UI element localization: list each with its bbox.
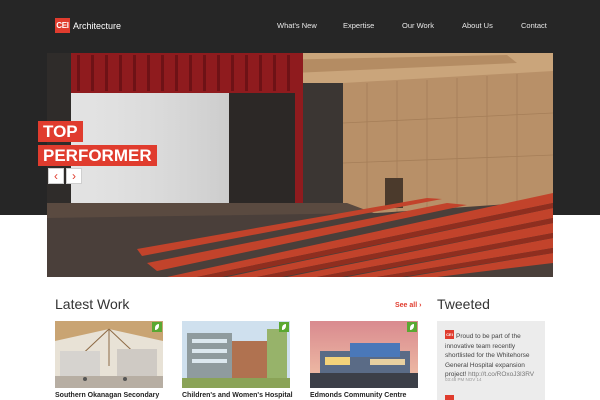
nav-item-our-work[interactable]: Our Work <box>402 21 434 30</box>
site-header: CEI Architecture What's New Expertise Ou… <box>0 0 600 52</box>
tweeted-title: Tweeted <box>437 296 490 312</box>
green-leaf-icon <box>279 322 289 332</box>
nav-item-whats-new[interactable]: What's New <box>277 21 317 30</box>
work-title[interactable]: Southern Okanagan Secondary <box>55 392 163 399</box>
tweet-feed: CEI Proud to be part of the innovative t… <box>437 321 545 400</box>
nav-item-expertise[interactable]: Expertise <box>343 21 374 30</box>
work-card-3[interactable]: Edmonds Community Centre <box>310 321 418 399</box>
next-slide-button[interactable]: › <box>66 168 82 184</box>
latest-work-title: Latest Work <box>55 296 130 312</box>
work-thumbnail[interactable] <box>55 321 163 388</box>
green-leaf-icon <box>152 322 162 332</box>
tweet-timestamp: 03:48 PM NOV 14 <box>445 377 482 382</box>
nav-item-contact[interactable]: Contact <box>521 21 547 30</box>
green-leaf-icon <box>407 322 417 332</box>
work-card-1[interactable]: Southern Okanagan Secondary <box>55 321 163 399</box>
work-title[interactable]: Children's and Women's Hospital <box>182 392 293 399</box>
work-thumbnail[interactable] <box>182 321 290 388</box>
work-thumbnail[interactable] <box>310 321 418 388</box>
main-nav: What's New Expertise Our Work About Us C… <box>0 21 600 33</box>
work-card-2[interactable]: Children's and Women's Hospital <box>182 321 293 399</box>
nav-item-about-us[interactable]: About Us <box>462 21 493 30</box>
see-all-link[interactable]: See all › <box>395 302 421 309</box>
prev-slide-button[interactable]: ‹ <box>48 168 64 184</box>
work-title[interactable]: Edmonds Community Centre <box>310 392 418 399</box>
tweet-text: Proud to be part of the innovative team … <box>445 333 535 379</box>
hero-tag-line-2: PERFORMER <box>38 145 157 166</box>
cei-logo-icon <box>445 395 454 400</box>
hero-tag-line-1: TOP <box>38 121 83 142</box>
